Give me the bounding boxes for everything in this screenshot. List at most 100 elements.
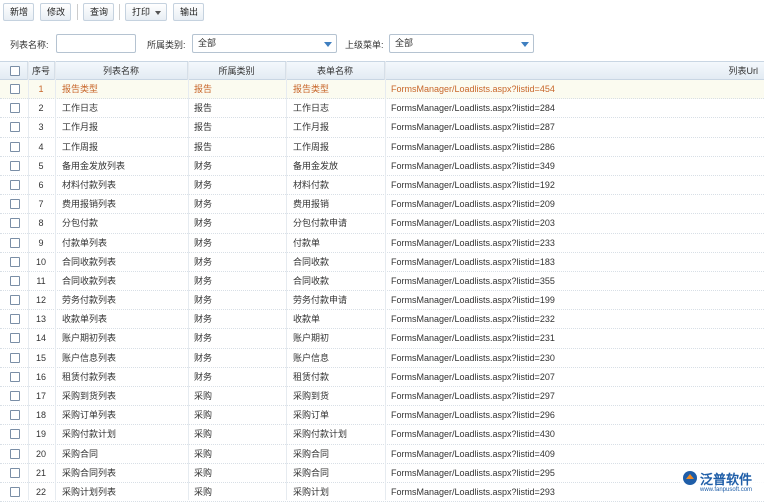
row-form: 合同收款 xyxy=(293,275,330,286)
row-name: 采购到货列表 xyxy=(62,391,117,401)
table-row[interactable]: 12 劳务付款列表 财务 劳务付款申请 FormsManager/Loadlists.a… xyxy=(0,291,764,311)
table-row[interactable]: 19 采购付款计划 采购 采购付款计划 FormsManager/Loadlists.a… xyxy=(0,425,764,445)
table-row[interactable]: 6 材料付款列表 财务 材料付款 FormsManager/Loadlists.aspx… xyxy=(0,175,764,196)
row-type: 财务 xyxy=(194,256,213,267)
select-all-checkbox[interactable] xyxy=(10,66,20,76)
table-row[interactable]: 17 采购到货列表 采购 采购到货 FormsManager/Loadlists.asp… xyxy=(0,387,764,407)
table-row[interactable]: 3 工作月报 报告 工作月报 FormsManager/Loadlists.aspx?l… xyxy=(0,118,764,138)
list-name-input[interactable] xyxy=(56,34,136,53)
logo-url: www.fanpusoft.com xyxy=(700,487,753,493)
header-url[interactable]: 列表Url xyxy=(385,62,764,80)
row-checkbox[interactable] xyxy=(10,179,20,190)
table-row[interactable]: 2 工作日志 报告 工作日志 FormsManager/Loadlists.aspx?l… xyxy=(0,99,764,119)
row-name: 合同收款列表 xyxy=(62,256,117,267)
category-value: 全部 xyxy=(198,38,217,48)
print-button[interactable]: 打印 xyxy=(125,3,167,21)
parent-menu-label: 上级菜单: xyxy=(345,40,384,50)
row-checkbox[interactable] xyxy=(10,391,20,401)
chevron-down-icon xyxy=(155,11,161,15)
row-url: FormsManager/Loadlists.aspx?listid=230 xyxy=(391,352,555,363)
row-checkbox[interactable] xyxy=(10,141,20,152)
table-row[interactable]: 20 采购合同 采购 采购合同 FormsManager/Loadlists.aspx?… xyxy=(0,444,764,464)
column-divider xyxy=(28,61,29,500)
header-form[interactable]: 表单名称 xyxy=(286,62,385,80)
row-form: 采购付款计划 xyxy=(293,429,348,440)
row-type: 报告 xyxy=(194,122,213,133)
row-no: 3 xyxy=(38,122,44,133)
row-checkbox[interactable] xyxy=(10,199,20,210)
table-row[interactable]: 13 收款单列表 财务 收款单 FormsManager/Loadlists.aspx?… xyxy=(0,310,764,330)
row-checkbox[interactable] xyxy=(10,352,20,363)
header-no[interactable]: 序号 xyxy=(28,62,55,80)
row-url: FormsManager/Loadlists.aspx?listid=409 xyxy=(391,448,555,459)
row-checkbox[interactable] xyxy=(10,218,20,229)
row-name: 材料付款列表 xyxy=(62,179,117,190)
row-no: 4 xyxy=(38,141,44,152)
row-form: 劳务付款申请 xyxy=(293,295,348,306)
row-form: 工作周报 xyxy=(293,141,330,152)
query-button[interactable]: 查询 xyxy=(83,3,114,21)
header-type[interactable]: 所属类别 xyxy=(188,62,286,80)
row-no: 19 xyxy=(35,429,46,440)
parent-menu-select[interactable]: 全部 xyxy=(389,34,534,53)
row-url: FormsManager/Loadlists.aspx?listid=232 xyxy=(391,314,555,325)
row-checkbox[interactable] xyxy=(10,237,20,248)
row-checkbox[interactable] xyxy=(10,314,20,325)
row-url: FormsManager/Loadlists.aspx?listid=233 xyxy=(391,237,555,248)
header-select-all-cell xyxy=(0,62,28,80)
row-form: 采购到货 xyxy=(293,391,330,401)
row-url: FormsManager/Loadlists.aspx?listid=199 xyxy=(391,295,555,306)
grid-body: 1 报告类型 报告 报告类型 FormsManager/Loadlists.aspx?l… xyxy=(0,80,764,502)
header-name[interactable]: 列表名称 xyxy=(55,62,188,80)
row-checkbox[interactable] xyxy=(10,122,20,133)
export-button[interactable]: 输出 xyxy=(173,3,204,21)
parent-menu-value: 全部 xyxy=(395,38,414,48)
row-checkbox[interactable] xyxy=(10,410,20,421)
table-row[interactable]: 18 采购订单列表 采购 采购订单 FormsManager/Loadlists.asp… xyxy=(0,406,764,426)
row-checkbox[interactable] xyxy=(10,103,20,114)
row-checkbox[interactable] xyxy=(10,275,20,286)
row-checkbox[interactable] xyxy=(10,467,20,478)
row-url: FormsManager/Loadlists.aspx?listid=454 xyxy=(391,84,555,94)
edit-button[interactable]: 修改 xyxy=(40,3,71,21)
filter-bar: 列表名称: 所属类别: 全部 上级菜单: 全部 xyxy=(0,27,764,59)
row-no: 1 xyxy=(38,84,44,94)
row-checkbox[interactable] xyxy=(10,448,20,459)
row-checkbox[interactable] xyxy=(10,256,20,267)
toolbar-separator xyxy=(77,4,78,20)
row-type: 采购 xyxy=(194,448,213,459)
row-type: 财务 xyxy=(194,295,213,306)
row-name: 账户期初列表 xyxy=(62,333,117,344)
column-divider xyxy=(188,61,189,500)
row-checkbox[interactable] xyxy=(10,84,20,94)
table-row[interactable]: 15 账户信息列表 财务 账户信息 FormsManager/Loadlists.asp… xyxy=(0,348,764,368)
add-button[interactable]: 新增 xyxy=(3,3,34,21)
table-row[interactable]: 10 合同收款列表 财务 合同收款 FormsManager/Loadlists.asp… xyxy=(0,252,764,272)
row-checkbox[interactable] xyxy=(10,371,20,382)
row-checkbox[interactable] xyxy=(10,160,20,171)
row-form: 工作月报 xyxy=(293,122,330,133)
table-row[interactable]: 5 备用金发放列表 财务 备用金发放 FormsManager/Loadlists.as… xyxy=(0,156,764,176)
table-row[interactable]: 22 采购计划列表 采购 采购计划 FormsManager/Loadlists.asp… xyxy=(0,482,764,502)
row-checkbox[interactable] xyxy=(10,486,20,497)
row-form: 账户信息 xyxy=(293,352,330,363)
row-checkbox[interactable] xyxy=(10,295,20,306)
table-row[interactable]: 8 分包付款 财务 分包付款申请 FormsManager/Loadlists.aspx… xyxy=(0,214,764,234)
row-form: 采购计划 xyxy=(293,486,330,497)
chevron-down-icon xyxy=(324,42,332,47)
table-row[interactable]: 11 合同收款列表 财务 合同收款 FormsManager/Loadlists.asp… xyxy=(0,271,764,292)
row-checkbox[interactable] xyxy=(10,429,20,440)
row-no: 14 xyxy=(35,333,46,344)
row-type: 采购 xyxy=(194,467,213,478)
table-row[interactable]: 4 工作周报 报告 工作周报 FormsManager/Loadlists.aspx?l… xyxy=(0,137,764,157)
row-checkbox[interactable] xyxy=(10,333,20,344)
table-row[interactable]: 21 采购合同列表 采购 采购合同 FormsManager/Loadlists.asp… xyxy=(0,463,764,483)
table-row[interactable]: 1 报告类型 报告 报告类型 FormsManager/Loadlists.aspx?l… xyxy=(0,80,764,100)
row-name: 工作日志 xyxy=(62,103,99,114)
category-select[interactable]: 全部 xyxy=(192,34,337,53)
table-row[interactable]: 16 租赁付款列表 财务 租赁付款 FormsManager/Loadlists.asp… xyxy=(0,367,764,387)
table-row[interactable]: 7 费用报销列表 财务 费用报销 FormsManager/Loadlists.aspx… xyxy=(0,195,764,215)
table-row[interactable]: 9 付款单列表 财务 付款单 FormsManager/Loadlists.aspx?l… xyxy=(0,233,764,253)
table-row[interactable]: 14 账户期初列表 财务 账户期初 FormsManager/Loadlists.asp… xyxy=(0,329,764,349)
row-name: 备用金发放列表 xyxy=(62,160,126,171)
